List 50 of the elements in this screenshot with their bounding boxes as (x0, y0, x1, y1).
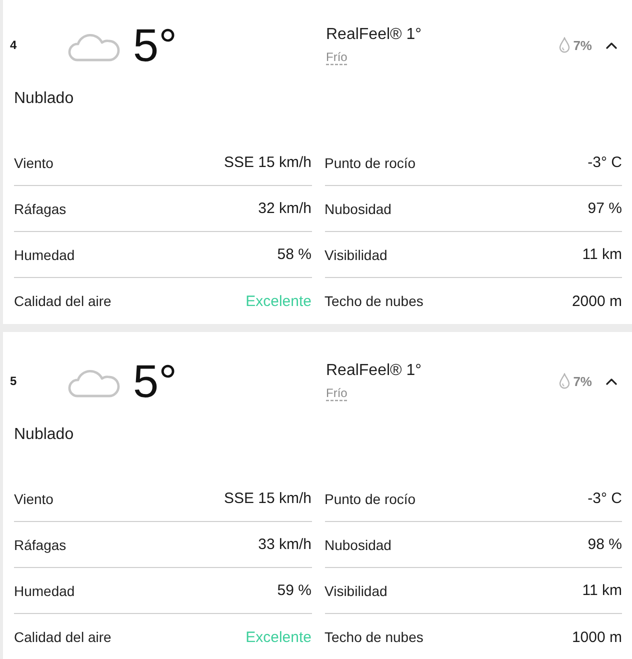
detail-label: Calidad del aire (14, 629, 112, 645)
detail-label: Nubosidad (324, 536, 392, 552)
condition-text: Nublado (14, 89, 75, 109)
detail-value: 1000 m (572, 628, 622, 646)
detail-label: Visibilidad (324, 582, 388, 598)
droplet-icon (559, 373, 570, 389)
temperature-text: 5° (133, 358, 177, 404)
chevron-up-icon (606, 378, 617, 384)
detail-label: Visibilidad (324, 246, 388, 262)
temperature-text: 5° (133, 22, 177, 68)
detail-value: 32 km/h (258, 200, 312, 217)
detail-value: 11 km (582, 582, 622, 599)
detail-value: Excelente (246, 628, 312, 646)
detail-value: 2000 m (572, 292, 622, 310)
detail-label: Ráfagas (14, 536, 66, 552)
hour-number: 4 (10, 38, 18, 52)
detail-label: Punto de rocío (324, 154, 416, 170)
detail-value: 11 km (582, 246, 622, 263)
detail-label: Techo de nubes (324, 293, 424, 309)
chevron-up-icon (606, 42, 617, 48)
hour-number: 5 (10, 374, 18, 388)
detail-value: 58 % (277, 246, 312, 263)
detail-value: SSE 15 km/h (224, 490, 312, 507)
collapse-button[interactable] (604, 40, 619, 50)
detail-value: 97 % (588, 200, 622, 217)
precipitation-text: 7% (573, 374, 592, 388)
detail-label: Punto de rocío (324, 490, 416, 506)
realfeel-text: RealFeel® 1° (326, 25, 422, 45)
droplet-icon (559, 37, 570, 53)
detail-label: Techo de nubes (324, 629, 424, 645)
detail-value: Excelente (246, 292, 312, 310)
condition-text: Nublado (14, 425, 75, 445)
realfeel-phrase: Frío (326, 385, 348, 401)
precipitation-text: 7% (573, 38, 592, 52)
detail-value: -3° C (588, 154, 622, 171)
detail-value: SSE 15 km/h (224, 154, 312, 171)
detail-label: Ráfagas (14, 200, 66, 216)
detail-label: Humedad (14, 246, 75, 262)
detail-value: -3° C (588, 490, 622, 507)
realfeel-text: RealFeel® 1° (326, 361, 422, 381)
realfeel-phrase: Frío (326, 49, 348, 65)
detail-label: Viento (14, 490, 54, 506)
detail-label: Humedad (14, 582, 75, 598)
collapse-button[interactable] (604, 376, 619, 386)
detail-value: 98 % (588, 536, 622, 553)
detail-value: 59 % (277, 582, 312, 599)
detail-label: Nubosidad (324, 200, 392, 216)
detail-label: Viento (14, 154, 54, 170)
detail-value: 33 km/h (258, 536, 312, 553)
detail-label: Calidad del aire (14, 293, 112, 309)
